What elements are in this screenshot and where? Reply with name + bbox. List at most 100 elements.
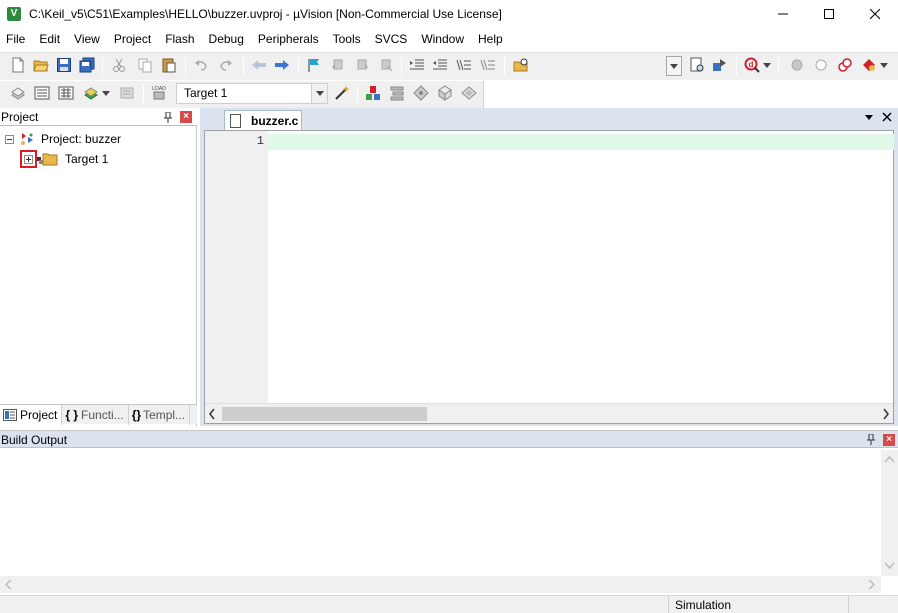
scroll-left-icon[interactable] [208,407,216,421]
indent-button[interactable] [406,53,428,77]
chevron-down-icon [670,63,678,69]
translate-button[interactable] [7,81,29,105]
file-toolbar: d [0,52,898,80]
tab-list-dropdown-icon[interactable] [864,112,874,122]
window-title: C:\Keil_v5\C51\Examples\HELLO\buzzer.uvp… [29,7,502,21]
project-panel-header: Project × [0,109,197,126]
code-editor[interactable]: 1 [204,130,894,424]
scroll-right-icon[interactable] [865,576,879,593]
clear-bookmarks-button[interactable] [375,53,397,77]
browse-button[interactable] [709,53,731,77]
menu-help[interactable]: Help [471,28,510,50]
collapse-toggle[interactable] [5,134,14,144]
insert-breakpoint-button[interactable] [786,53,808,77]
minimize-button[interactable] [760,0,806,28]
menu-debug[interactable]: Debug [202,28,251,50]
browse-icon [713,59,726,71]
menu-edit[interactable]: Edit [32,28,67,50]
copy-button[interactable] [134,53,156,77]
tab-templates[interactable]: {} Templ... [129,405,191,425]
menu-peripherals[interactable]: Peripherals [251,28,326,50]
editor-tab-buzzer-c[interactable]: buzzer.c [224,110,302,131]
pin-icon[interactable] [163,112,173,123]
debug-session-button[interactable]: d [741,53,773,77]
tab-functions[interactable]: { } Functi... [62,405,129,425]
close-project-panel-button[interactable]: × [180,111,192,123]
open-file-button[interactable] [30,53,52,77]
tab-project[interactable]: Project [0,405,63,425]
manage-rte-button[interactable] [410,81,432,105]
chevron-down-icon [315,91,324,96]
save-button[interactable] [53,53,75,77]
previous-bookmark-button[interactable] [327,53,349,77]
menu-svcs[interactable]: SVCS [368,28,415,50]
manage-project-items-button[interactable] [362,81,384,105]
tree-project-root[interactable]: Project: buzzer [5,130,121,148]
breakpoints-kill-icon [862,59,875,71]
target-select[interactable]: Target 1 [176,83,328,104]
enable-breakpoint-button[interactable] [810,53,832,77]
undo-button[interactable] [190,53,212,77]
load-icon: LOAD [152,86,166,100]
menu-view[interactable]: View [67,28,107,50]
translate-icon [11,87,25,100]
disable-breakpoints-button[interactable] [834,53,856,77]
software-packs-button[interactable] [458,81,480,105]
find-in-files-button[interactable] [510,53,532,77]
scroll-thumb[interactable] [222,407,427,421]
scroll-left-icon[interactable] [2,576,16,593]
next-bookmark-button[interactable] [351,53,373,77]
stop-build-button[interactable] [116,81,138,105]
scroll-up-icon[interactable] [881,453,898,467]
navigate-back-button[interactable] [248,53,270,77]
insert-bookmark-button[interactable] [303,53,325,77]
breakpoints-linked-icon [838,58,852,72]
rebuild-button[interactable] [55,81,77,105]
close-editor-icon[interactable] [882,112,892,122]
build-vertical-scrollbar[interactable] [881,450,898,576]
comment-button[interactable] [453,53,475,77]
pin-icon[interactable] [866,434,876,445]
unindent-button[interactable] [429,53,451,77]
maximize-button[interactable] [806,0,852,28]
find-dropdown[interactable] [666,56,682,76]
new-file-button[interactable] [7,53,29,77]
paste-button[interactable] [158,53,180,77]
build-button[interactable] [31,81,53,105]
menu-tools[interactable]: Tools [326,28,368,50]
redo-button[interactable] [215,53,237,77]
options-for-target-button[interactable] [331,81,353,105]
build-horizontal-scrollbar[interactable] [0,576,881,593]
incremental-find-button[interactable] [686,53,708,77]
menu-flash[interactable]: Flash [158,28,201,50]
line-number: 1 [256,134,264,148]
run-time-env-icon [413,85,429,101]
close-build-output-button[interactable]: × [883,434,895,446]
scroll-right-icon[interactable] [882,407,890,421]
build-output-pane[interactable] [0,450,898,593]
select-packs-button[interactable] [386,81,408,105]
cut-button[interactable] [108,53,130,77]
minimize-icon [778,13,788,15]
close-window-button[interactable] [852,0,898,28]
target-label: Target 1 [65,152,109,166]
menu-window[interactable]: Window [414,28,471,50]
breakpoint-outline-icon [815,59,827,71]
menu-file[interactable]: File [0,28,32,50]
batch-build-icon [83,87,98,100]
chevron-down-icon [101,90,110,96]
uncomment-button[interactable] [477,53,499,77]
close-icon [870,9,880,19]
kill-breakpoints-button[interactable] [858,53,890,77]
load-download-button[interactable]: LOAD [148,81,170,105]
open-folder-icon [33,60,49,72]
scroll-down-icon[interactable] [881,559,898,573]
menu-project[interactable]: Project [107,28,158,50]
save-all-button[interactable] [76,53,98,77]
batch-build-button[interactable] [80,81,112,105]
target-select-arrow[interactable] [311,84,327,103]
navigate-forward-button[interactable] [271,53,293,77]
editor-horizontal-scrollbar[interactable] [205,403,893,423]
bookmark-clear-icon [381,59,393,72]
pack-installer-button[interactable] [434,81,456,105]
